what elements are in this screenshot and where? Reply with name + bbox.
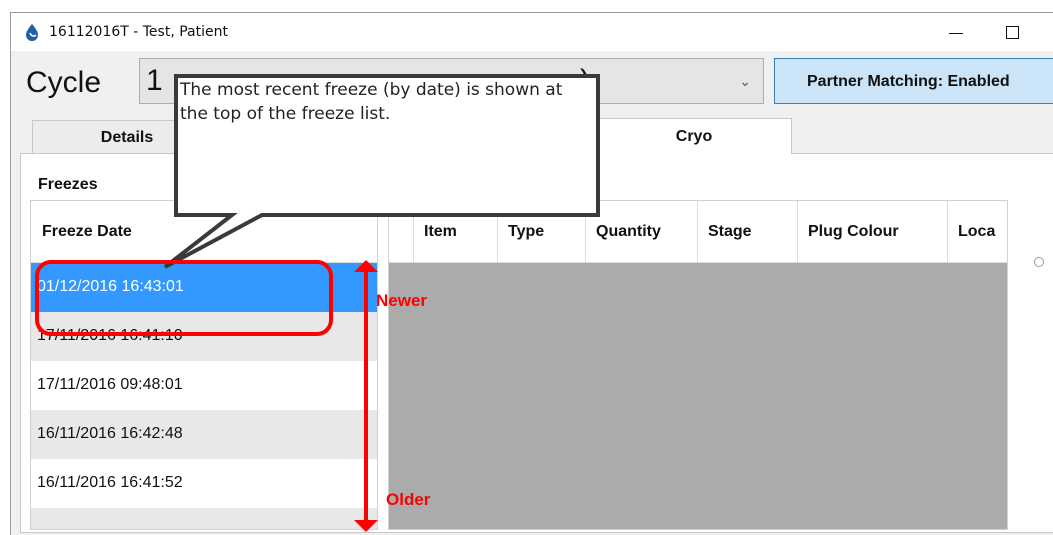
scroll-indicator-icon bbox=[1034, 257, 1044, 267]
freeze-row[interactable]: 16/11/2016 16:42:48 bbox=[31, 410, 377, 459]
freeze-row[interactable]: 01/12/2016 16:43:01 bbox=[31, 263, 377, 312]
column-header-item-label: Item bbox=[424, 223, 457, 240]
freeze-row-date: 16/11/2016 16:42:48 bbox=[37, 425, 183, 442]
callout-text: The most recent freeze (by date) is show… bbox=[180, 80, 563, 124]
tab-details-label: Details bbox=[100, 129, 154, 146]
freeze-row-date: 17/11/2016 09:48:01 bbox=[37, 376, 183, 393]
freeze-row[interactable]: 17/11/2016 16:41:10 bbox=[31, 312, 377, 361]
column-header-location[interactable]: Loca bbox=[947, 201, 1007, 263]
column-header-plug-colour[interactable]: Plug Colour bbox=[797, 201, 947, 263]
freeze-row[interactable]: 17/11/2016 09:48:01 bbox=[31, 361, 377, 410]
cycle-select-value: 1 bbox=[146, 64, 163, 97]
chevron-down-icon: ⌄ bbox=[739, 73, 751, 89]
tab-cryo[interactable]: Cryo bbox=[596, 118, 792, 154]
freeze-date-header-label: Freeze Date bbox=[42, 223, 132, 240]
maximize-button[interactable] bbox=[993, 17, 1033, 47]
newer-label: Newer bbox=[376, 291, 428, 310]
freeze-row[interactable]: 16/11/2016 16:41:52 bbox=[31, 459, 377, 508]
freeze-row[interactable] bbox=[31, 508, 377, 529]
title-bar: 16112016T - Test, Patient bbox=[11, 13, 1053, 51]
freeze-detail-grid[interactable]: Item Type Quantity Stage Plug Colour Loc… bbox=[388, 200, 1008, 530]
column-header-quantity[interactable]: Quantity bbox=[585, 201, 697, 263]
older-label: Older bbox=[386, 490, 431, 509]
column-header-quantity-label: Quantity bbox=[596, 223, 661, 240]
freezes-section-label: Freezes bbox=[38, 176, 98, 193]
partner-matching-label: Partner Matching: Enabled bbox=[807, 73, 1010, 90]
freeze-row-date: 16/11/2016 16:41:52 bbox=[37, 474, 183, 491]
column-header-location-label: Loca bbox=[958, 223, 996, 240]
minimize-button[interactable] bbox=[935, 17, 975, 47]
freeze-date-column-header[interactable]: Freeze Date bbox=[31, 201, 377, 263]
tab-cryo-label: Cryo bbox=[675, 128, 713, 145]
column-header-stage-label: Stage bbox=[708, 223, 752, 240]
column-header-item[interactable]: Item bbox=[413, 201, 497, 263]
column-header-type[interactable]: Type bbox=[497, 201, 585, 263]
detail-grid-header: Item Type Quantity Stage Plug Colour Loc… bbox=[389, 201, 1007, 263]
partner-matching-button[interactable]: Partner Matching: Enabled bbox=[774, 58, 1053, 104]
column-header-stage[interactable]: Stage bbox=[697, 201, 797, 263]
freeze-row-date: 17/11/2016 16:41:10 bbox=[37, 327, 183, 344]
column-header-plug-colour-label: Plug Colour bbox=[808, 223, 899, 240]
column-header-type-label: Type bbox=[508, 223, 545, 240]
app-logo-icon bbox=[26, 24, 38, 41]
freeze-row-date: 01/12/2016 16:43:01 bbox=[37, 278, 184, 295]
cycle-label: Cycle bbox=[26, 66, 102, 99]
window-title: 16112016T - Test, Patient bbox=[49, 24, 228, 40]
freeze-list[interactable]: Freeze Date 01/12/2016 16:43:01 17/11/20… bbox=[30, 200, 378, 530]
